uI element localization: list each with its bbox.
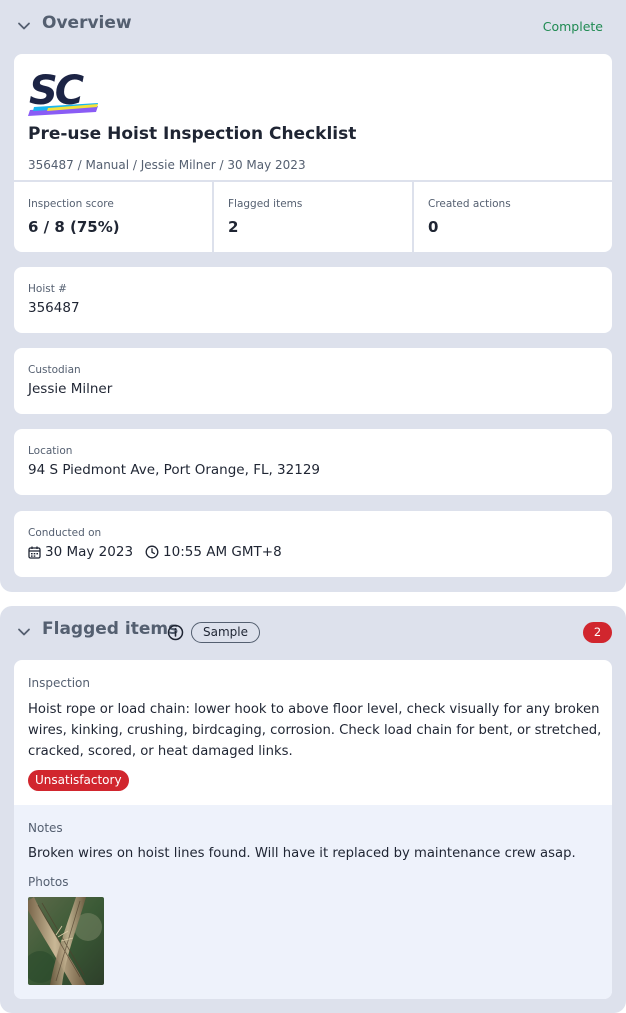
document-title: Pre-use Hoist Inspection Checklist: [28, 124, 357, 144]
response-badge: Unsatisfactory: [28, 770, 129, 791]
clock-icon: [145, 545, 159, 559]
field-custodian: Custodian Jessie Milner: [14, 348, 612, 414]
notes-text: Broken wires on hoist lines found. Will …: [28, 846, 576, 861]
stat-created-actions[interactable]: Created actions 0: [414, 182, 612, 252]
chevron-down-icon[interactable]: [16, 624, 32, 640]
photo-thumbnail[interactable]: [28, 897, 104, 985]
field-value: 356487: [28, 300, 80, 316]
field-label: Location: [28, 445, 73, 457]
flagged-header[interactable]: Flagged items Sample 2: [0, 606, 626, 658]
calendar-icon: [28, 546, 41, 559]
stat-label: Inspection score: [28, 198, 114, 210]
flagged-item-card: Inspection Hoist rope or load chain: low…: [14, 660, 612, 999]
flagged-title: Flagged items: [42, 619, 179, 639]
stat-label: Flagged items: [228, 198, 303, 210]
sample-badge: Sample: [191, 622, 260, 643]
document-meta: 356487 / Manual / Jessie Milner / 30 May…: [28, 158, 306, 172]
field-label: Custodian: [28, 364, 81, 376]
item-question-text: Hoist rope or load chain: lower hook to …: [28, 702, 602, 759]
flagged-count-badge: 2: [583, 622, 612, 643]
stat-value: 2: [228, 218, 239, 236]
status-complete: Complete: [542, 19, 603, 34]
stat-label: Created actions: [428, 198, 511, 210]
field-location: Location 94 S Piedmont Ave, Port Orange,…: [14, 429, 612, 495]
overview-title: Overview: [42, 13, 132, 33]
photos-label: Photos: [28, 875, 69, 889]
field-hoist: Hoist # 356487: [14, 267, 612, 333]
overview-section: Overview Complete SC Pre-use Hoist Inspe…: [0, 0, 626, 592]
safetyculture-logo: SC: [28, 68, 98, 116]
field-label: Conducted on: [28, 527, 102, 539]
item-category-label: Inspection: [28, 676, 90, 690]
field-conducted-on: Conducted on 30 May 2023 10:55 AM GMT+8: [14, 511, 612, 577]
field-value: 94 S Piedmont Ave, Port Orange, FL, 3212…: [28, 462, 321, 478]
chevron-down-icon[interactable]: [16, 18, 32, 34]
conducted-datetime: 30 May 2023 10:55 AM GMT+8: [28, 544, 282, 560]
notes-label: Notes: [28, 821, 63, 835]
stat-inspection-score: Inspection score 6 / 8 (75%): [14, 182, 214, 252]
summary-card: SC Pre-use Hoist Inspection Checklist 35…: [14, 54, 612, 252]
conducted-time: 10:55 AM GMT+8: [163, 544, 282, 560]
stat-flagged-items[interactable]: Flagged items 2: [214, 182, 414, 252]
stat-value: 6 / 8 (75%): [28, 218, 120, 236]
stats-row: Inspection score 6 / 8 (75%) Flagged ite…: [14, 180, 612, 252]
svg-text:SC: SC: [29, 68, 84, 114]
notes-area: Notes Broken wires on hoist lines found.…: [14, 805, 612, 999]
flagged-items-section: Flagged items Sample 2 Inspection Hoist …: [0, 606, 626, 1013]
field-label: Hoist #: [28, 283, 67, 295]
overview-header[interactable]: Overview Complete: [0, 0, 626, 52]
conducted-date: 30 May 2023: [45, 544, 134, 560]
info-icon[interactable]: [167, 624, 184, 641]
stat-value: 0: [428, 218, 439, 236]
field-value: Jessie Milner: [28, 381, 113, 397]
